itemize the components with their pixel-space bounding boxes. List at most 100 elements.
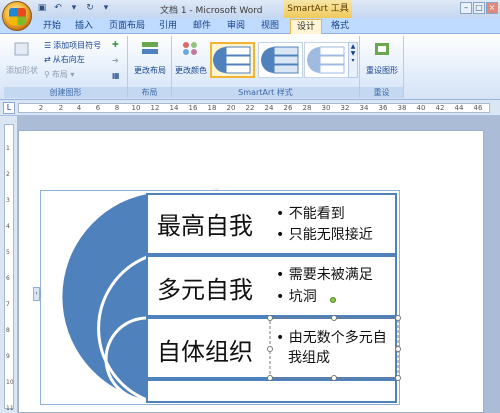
style-preview-icon — [213, 46, 251, 74]
style-thumbnail-3[interactable] — [304, 42, 349, 78]
ruler-number: 24 — [264, 104, 274, 112]
save-icon[interactable]: ▣ — [36, 3, 48, 14]
promote-button[interactable]: ✚ — [112, 40, 119, 49]
ruler-number: 8 — [6, 327, 10, 334]
selection-handle[interactable] — [267, 375, 273, 381]
ribbon-tabs: 开始 插入 页面布局 引用 邮件 审阅 视图 设计 格式 — [0, 18, 500, 34]
tab-page-layout[interactable]: 页面布局 — [104, 19, 150, 34]
row-title-3[interactable]: 自体组织 — [157, 332, 253, 367]
change-colors-icon — [183, 42, 197, 55]
scroll-up-icon[interactable]: ▲ — [349, 43, 357, 50]
text-pane-icon: ▦ — [112, 71, 120, 80]
undo-icon[interactable]: ↶ — [52, 3, 64, 14]
office-button[interactable] — [2, 1, 32, 31]
bullet-item: • 由无数个多元自我组成 — [276, 330, 387, 366]
ruler-number: 9 — [6, 353, 10, 360]
ruler-number: 4 — [6, 223, 10, 230]
ruler-number: 34 — [359, 104, 369, 112]
ruler-number: 11 — [6, 405, 14, 412]
add-bullet-button[interactable]: ☰ 添加项目符号 — [44, 40, 101, 51]
tab-mailings[interactable]: 邮件 — [188, 19, 216, 34]
reset-graphic-button[interactable]: 重设图形 — [364, 40, 400, 76]
demote-button[interactable]: ➜ — [112, 56, 119, 65]
ruler-number: 2 — [38, 104, 44, 112]
quick-access-toolbar: ▣ ↶ ▾ ↻ ▾ — [36, 3, 112, 14]
bullet-item: • 不能看到 — [276, 206, 345, 222]
ruler-number: 1 — [6, 145, 10, 152]
add-shape-button[interactable]: 添加形状 — [6, 40, 38, 76]
styles-gallery-scroll[interactable]: ▲ ▼ ▾ — [348, 42, 358, 78]
row-bullets-3[interactable]: • 由无数个多元自我组成 — [276, 328, 388, 368]
ruler-number: 8 — [114, 104, 120, 112]
ruler-number: 46 — [473, 104, 483, 112]
layouts-label: 布局 — [128, 87, 171, 98]
vertical-ruler-scale[interactable]: 1 2 3 4 5 6 7 8 9 10 11 — [4, 124, 14, 412]
add-shape-icon — [14, 42, 29, 56]
layout-dropdown[interactable]: ⚲ 布局 ▾ — [44, 69, 74, 80]
row-title-2[interactable]: 多元自我 — [157, 270, 253, 305]
minimize-icon[interactable]: – — [460, 2, 472, 14]
tab-review[interactable]: 审阅 — [222, 19, 250, 34]
ruler-number: 6 — [95, 104, 101, 112]
text-pane-button[interactable]: ▦ — [112, 71, 120, 80]
title-bar: ▣ ↶ ▾ ↻ ▾ 文档 1 - Microsoft Word SmartArt… — [0, 0, 500, 18]
close-icon[interactable]: × — [486, 2, 498, 14]
ruler-number: 4 — [76, 104, 82, 112]
change-layout-icon — [142, 42, 158, 54]
scroll-down-icon[interactable]: ▼ — [349, 50, 357, 57]
tab-stop-selector[interactable]: L — [3, 102, 15, 114]
tab-view[interactable]: 视图 — [256, 19, 284, 34]
window-title: 文档 1 - Microsoft Word — [160, 6, 263, 16]
ruler-number: 40 — [416, 104, 426, 112]
selection-handle[interactable] — [331, 375, 337, 381]
change-colors-button[interactable]: 更改颜色 — [174, 40, 208, 76]
right-to-left-icon: ⇄ — [44, 55, 51, 64]
selection-handle[interactable] — [395, 315, 401, 321]
ruler-number: 2 — [6, 171, 10, 178]
style-preview-icon — [261, 46, 299, 74]
more-styles-icon[interactable]: ▾ — [349, 57, 357, 64]
right-to-left-button[interactable]: ⇄ 从右向左 — [44, 54, 85, 65]
text-pane-toggle-icon[interactable]: ‹ — [33, 287, 40, 301]
tab-design[interactable]: 设计 — [290, 19, 322, 34]
row-bullets-2[interactable]: • 需要未被满足 • 坑洞 — [276, 264, 373, 308]
undo-dropdown-icon[interactable]: ▾ — [68, 3, 80, 14]
ruler-scale[interactable]: 2 2 4 6 8 10 12 14 16 18 20 22 24 26 28 … — [18, 103, 490, 113]
tab-references[interactable]: 引用 — [154, 19, 182, 34]
ruler-number: 2 — [58, 104, 64, 112]
row-title-1[interactable]: 最高自我 — [157, 206, 253, 241]
tab-home[interactable]: 开始 — [38, 19, 66, 34]
add-shape-label: 添加形状 — [6, 66, 38, 75]
selection-handle[interactable] — [395, 346, 401, 352]
selection-handle[interactable] — [331, 315, 337, 321]
ruler-number: 32 — [340, 104, 350, 112]
bullet-item: • 需要未被满足 — [276, 267, 373, 283]
frame-top-handle[interactable]: ⋯ — [213, 186, 219, 193]
promote-icon: ✚ — [112, 40, 119, 49]
ruler-number: 6 — [6, 275, 10, 282]
ruler-number: 36 — [378, 104, 388, 112]
selection-handle[interactable] — [395, 375, 401, 381]
maximize-icon[interactable]: □ — [473, 2, 485, 14]
style-thumbnail-2[interactable] — [258, 42, 303, 78]
layouts-group: 更改布局 布局 — [128, 36, 172, 98]
row-bullets-1[interactable]: • 不能看到 • 只能无限接近 — [276, 204, 373, 246]
style-thumbnail-1[interactable] — [210, 42, 255, 78]
selection-handle[interactable] — [267, 315, 273, 321]
vertical-ruler: 1 2 3 4 5 6 7 8 9 10 11 — [0, 116, 18, 413]
tab-insert[interactable]: 插入 — [70, 19, 98, 34]
change-layout-button[interactable]: 更改布局 — [132, 40, 168, 76]
horizontal-ruler: L 2 2 4 6 8 10 12 14 16 18 20 22 24 26 2… — [0, 100, 500, 116]
reset-group: 重设图形 重设 — [360, 36, 404, 98]
demote-icon: ➜ — [112, 56, 119, 65]
tab-format[interactable]: 格式 — [326, 19, 354, 34]
bullet-icon: ☰ — [44, 41, 52, 50]
create-graphic-label: 创建图形 — [4, 87, 127, 98]
ruler-number: 3 — [6, 197, 10, 204]
ruler-number: 12 — [150, 104, 160, 112]
layout-icon: ⚲ — [44, 70, 50, 79]
customize-qat-icon[interactable]: ▾ — [100, 3, 112, 14]
repeat-icon[interactable]: ↻ — [84, 3, 96, 14]
selection-handle[interactable] — [267, 346, 273, 352]
ruler-number: 5 — [6, 249, 10, 256]
